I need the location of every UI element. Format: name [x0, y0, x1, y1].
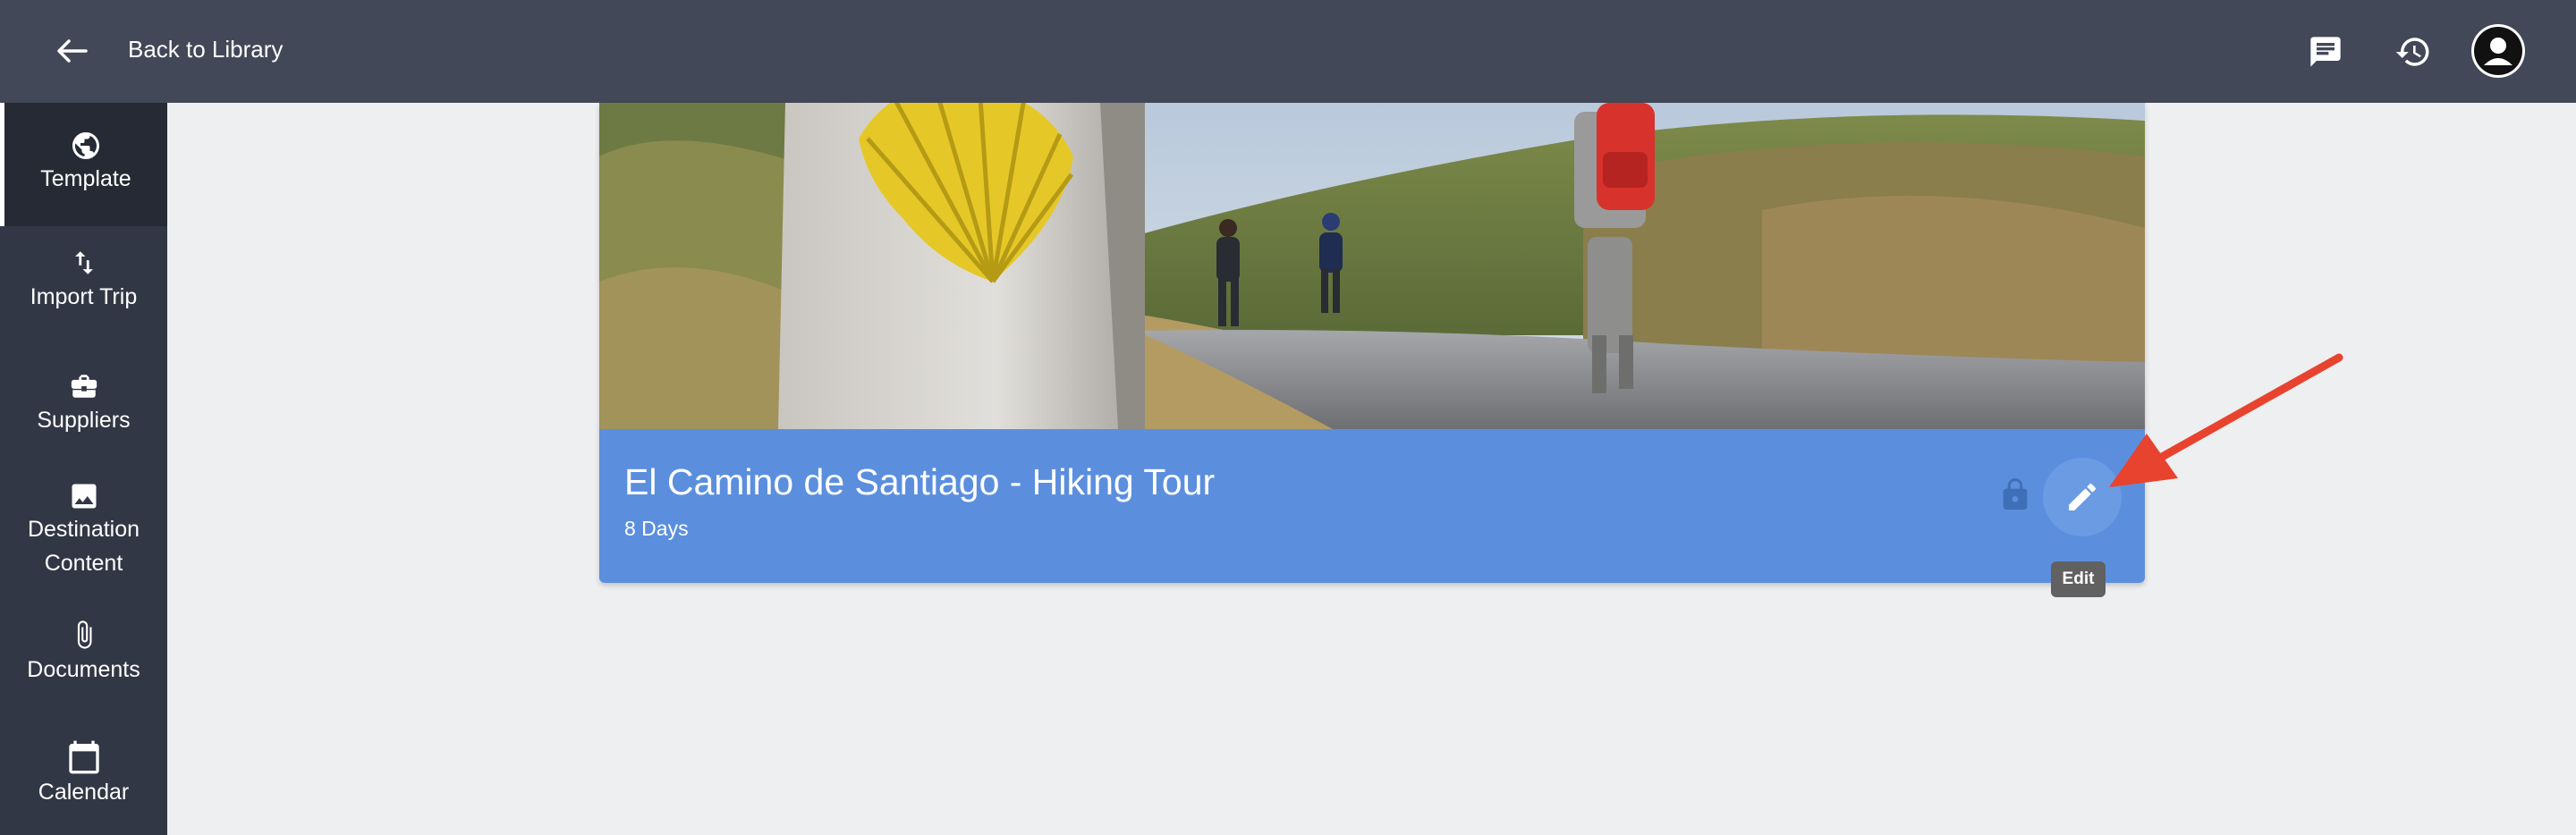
sidebar-item-destination-content[interactable]: Destination Content: [0, 480, 167, 580]
sidebar-item-template[interactable]: Template: [0, 103, 167, 226]
history-icon[interactable]: [2391, 30, 2436, 74]
edit-tooltip: Edit: [2051, 561, 2106, 597]
sidebar-item-label: Calendar: [38, 780, 130, 805]
briefcase-icon: [71, 375, 97, 398]
chat-icon[interactable]: [2303, 30, 2348, 74]
trip-duration: 8 Days: [624, 517, 689, 540]
import-arrows-icon: [74, 251, 93, 274]
back-to-library-link[interactable]: Back to Library: [128, 36, 283, 63]
sidebar-item-documents[interactable]: Documents: [0, 617, 167, 687]
top-app-bar: Back to Library: [0, 0, 2576, 103]
trip-card-footer: El Camino de Santiago - Hiking Tour 8 Da…: [599, 429, 2145, 583]
trip-title: El Camino de Santiago - Hiking Tour: [624, 461, 1216, 502]
sidebar-item-label: Template: [40, 166, 131, 191]
sidebar-item-label: Documents: [27, 657, 140, 682]
sidebar-item-label: Suppliers: [37, 408, 131, 433]
sidebar-item-label: Destination Content: [27, 517, 140, 576]
sidebar-item-label: Import Trip: [30, 284, 138, 309]
image-icon: [72, 484, 96, 509]
paperclip-icon: [77, 620, 91, 649]
trip-card[interactable]: El Camino de Santiago - Hiking Tour 8 Da…: [599, 103, 2145, 583]
back-arrow-icon[interactable]: [54, 33, 89, 69]
calendar-icon: [68, 740, 99, 774]
trip-cover-image: [599, 103, 2145, 429]
user-avatar-icon[interactable]: [2471, 24, 2525, 78]
annotation-arrow: [2109, 353, 2343, 487]
sidebar: Template Import Trip Suppliers Destinati…: [0, 103, 167, 835]
globe-icon: [72, 132, 99, 159]
sidebar-item-suppliers[interactable]: Suppliers: [0, 371, 167, 437]
lock-icon: [1997, 477, 2033, 516]
sidebar-item-import-trip[interactable]: Import Trip: [0, 248, 167, 314]
sidebar-item-calendar[interactable]: Calendar: [0, 739, 167, 809]
